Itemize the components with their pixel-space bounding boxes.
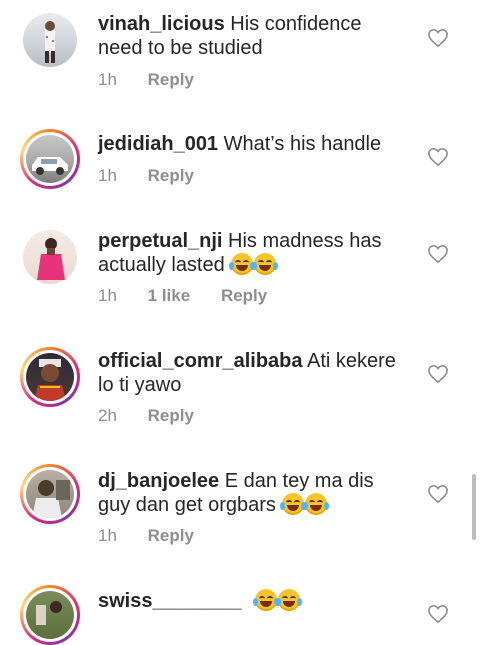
reply-button[interactable]: Reply bbox=[148, 70, 194, 89]
timestamp: 1h bbox=[98, 286, 117, 305]
comment-body: What’s his handle bbox=[223, 133, 382, 155]
username[interactable]: dj_banjoelee bbox=[98, 470, 219, 492]
username[interactable]: jedidiah_001 bbox=[98, 133, 218, 155]
face-with-tears-of-joy-emoji bbox=[280, 493, 307, 515]
heart-outline-icon[interactable] bbox=[427, 147, 449, 167]
comment-text: official_comr_alibaba Ati kekere lo ti y… bbox=[98, 349, 398, 397]
username[interactable]: vinah_licious bbox=[98, 13, 225, 35]
face-with-tears-of-joy-emoji bbox=[229, 253, 256, 275]
timestamp: 1h bbox=[98, 166, 117, 185]
avatar[interactable] bbox=[20, 585, 80, 645]
comment-text: jedidiah_001 What’s his handle bbox=[98, 132, 398, 156]
scrollbar[interactable] bbox=[472, 474, 476, 540]
reply-button[interactable]: Reply bbox=[221, 286, 267, 305]
comment-meta: 1h 1 like Reply bbox=[98, 286, 293, 306]
heart-outline-icon[interactable] bbox=[427, 364, 449, 384]
comment-text: vinah_licious His confidence need to be … bbox=[98, 12, 398, 60]
comment-text: swiss________ bbox=[98, 589, 398, 613]
face-with-tears-of-joy-emoji bbox=[303, 493, 330, 515]
comment-text: perpetual_nji His madness has actually l… bbox=[98, 229, 398, 277]
timestamp: 1h bbox=[98, 526, 117, 545]
username[interactable]: official_comr_alibaba bbox=[98, 350, 303, 372]
timestamp: 1h bbox=[98, 70, 117, 89]
face-with-tears-of-joy-emoji bbox=[276, 589, 303, 611]
reply-button[interactable]: Reply bbox=[148, 406, 194, 425]
avatar[interactable] bbox=[20, 129, 80, 189]
comment-meta: 1h Reply bbox=[98, 526, 220, 546]
comment-meta: 2h Reply bbox=[98, 406, 220, 426]
heart-outline-icon[interactable] bbox=[427, 28, 449, 48]
heart-outline-icon[interactable] bbox=[427, 604, 449, 624]
face-with-tears-of-joy-emoji bbox=[252, 253, 279, 275]
likes-count[interactable]: 1 like bbox=[148, 286, 191, 305]
avatar[interactable] bbox=[20, 347, 80, 407]
face-with-tears-of-joy-emoji bbox=[253, 589, 280, 611]
heart-outline-icon[interactable] bbox=[427, 484, 449, 504]
username[interactable]: swiss________ bbox=[98, 590, 241, 612]
heart-outline-icon[interactable] bbox=[427, 244, 449, 264]
avatar[interactable] bbox=[20, 227, 80, 287]
avatar[interactable] bbox=[20, 464, 80, 524]
reply-button[interactable]: Reply bbox=[148, 526, 194, 545]
reply-button[interactable]: Reply bbox=[148, 166, 194, 185]
comment-meta: 1h Reply bbox=[98, 166, 220, 186]
comment-meta: 1h Reply bbox=[98, 70, 220, 90]
timestamp: 2h bbox=[98, 406, 117, 425]
comment-text: dj_banjoelee E dan tey ma dis guy dan ge… bbox=[98, 469, 398, 517]
username[interactable]: perpetual_nji bbox=[98, 230, 222, 252]
avatar[interactable] bbox=[20, 10, 80, 70]
